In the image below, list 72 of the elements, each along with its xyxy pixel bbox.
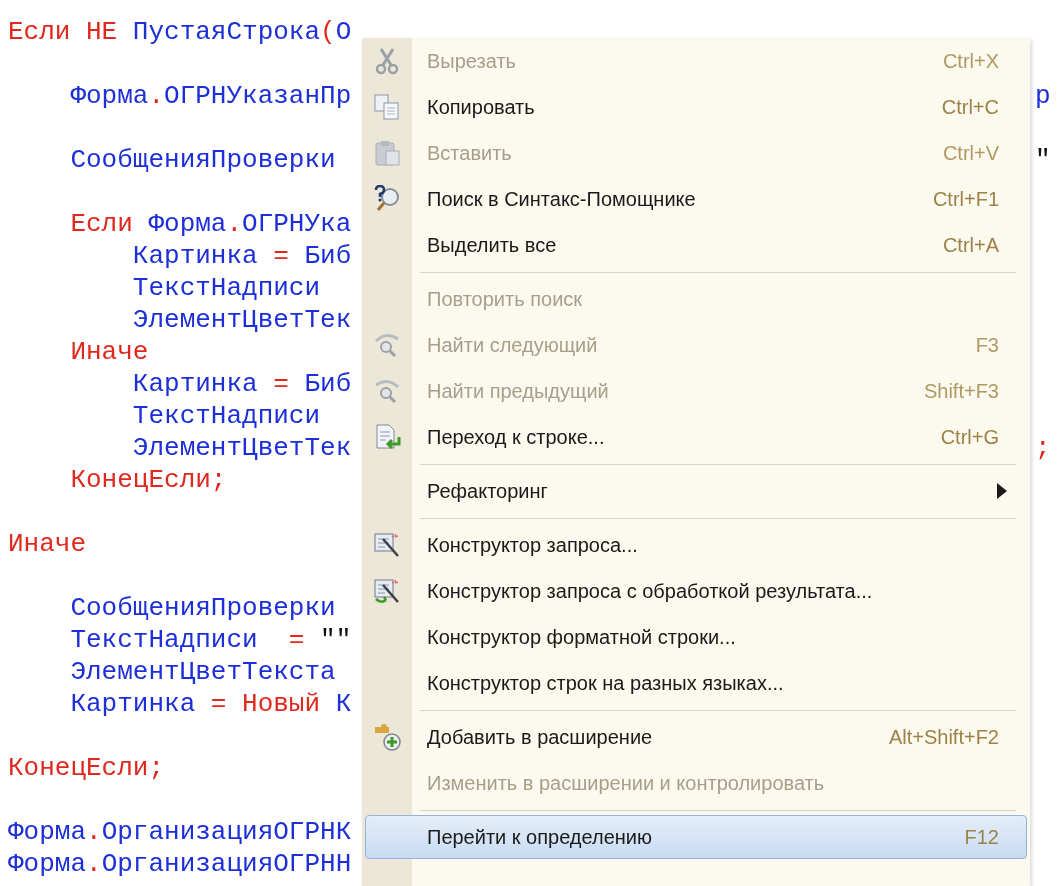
find-previous-icon	[373, 377, 401, 405]
clipboard-icon	[373, 139, 401, 167]
scissors-icon	[373, 47, 401, 75]
code-line: Картинка = Биб	[131, 241, 352, 271]
menu-item[interactable]: Поиск в Синтакс-Помощнике Ctrl+F1	[365, 177, 1027, 221]
puzzle-plus-icon	[373, 723, 401, 751]
code-line: Картинка = Новый К	[69, 689, 352, 719]
code-line: Если НЕ ПустаяСтрока(О	[8, 17, 352, 47]
shortcut-label: Alt+Shift+F2	[888, 725, 999, 750]
menu-item[interactable]: Конструктор форматной строки...	[365, 615, 1027, 659]
menu-item-label: Изменить в расширении и контролировать	[427, 771, 825, 796]
find-next-icon	[373, 331, 401, 359]
shortcut-label: Ctrl+C	[941, 95, 999, 120]
shortcut-label: F12	[964, 825, 999, 850]
code-line: ТекстНадписи	[131, 401, 321, 431]
menu-item-label: Перейти к определению	[427, 825, 652, 850]
menu-item[interactable]: Добавить в расширение Alt+Shift+F2	[365, 715, 1027, 759]
code-line: КонецЕсли;	[69, 465, 227, 495]
query-wand-arrows-icon	[373, 577, 401, 605]
code-line: Иначе	[8, 529, 86, 559]
copy-icon	[373, 93, 401, 121]
menu-item-label: Конструктор запроса с обработкой результата...	[427, 579, 873, 604]
shortcut-label: Ctrl+G	[940, 425, 999, 450]
code-line: Если Форма.ОГРНУка	[69, 209, 352, 239]
code-fragment: "	[1035, 145, 1051, 175]
menu-item-label: Рефакторинг	[427, 479, 548, 504]
code-line: СообщенияПроверки	[69, 593, 336, 623]
shortcut-label: Ctrl+V	[942, 141, 999, 166]
shortcut-label: F3	[975, 333, 999, 358]
menu-item-label: Конструктор строк на разных языках...	[427, 671, 784, 696]
code-line: ТекстНадписи	[131, 273, 321, 303]
menu-item-label: Выделить все	[427, 233, 557, 258]
menu-item[interactable]: Конструктор запроса с обработкой результата...	[365, 569, 1027, 613]
shortcut-label: Ctrl+A	[942, 233, 999, 258]
code-line: Иначе	[69, 337, 149, 367]
code-fragment: р	[1035, 81, 1051, 111]
shortcut-label: Ctrl+F1	[932, 187, 999, 212]
menu-item-label: Переход к строке...	[427, 425, 605, 450]
code-line: ТекстНадписи = ""	[69, 625, 352, 655]
code-line: ЭлементЦветТек	[131, 433, 352, 463]
code-line: Картинка = Биб	[131, 369, 352, 399]
menu-item-label: Добавить в расширение	[427, 725, 653, 750]
submenu-arrow-icon	[997, 483, 1007, 499]
menu-item[interactable]: Конструктор строк на разных языках...	[365, 661, 1027, 705]
menu-item-label: Копировать	[427, 95, 535, 120]
code-line: СообщенияПроверки	[69, 145, 336, 175]
menu-item-label: Найти предыдущий	[427, 379, 609, 404]
menu-item-label: Конструктор запроса...	[427, 533, 638, 558]
menu-item[interactable]: Перейти к определению F12	[365, 815, 1027, 859]
menu-item[interactable]: Конструктор запроса...	[365, 523, 1027, 567]
code-line: ЭлементЦветТек	[131, 305, 352, 335]
menu-item-label: Конструктор форматной строки...	[427, 625, 736, 650]
menu-item-label: Повторить поиск	[427, 287, 583, 312]
code-line: Форма.ОрганизацияОГРНН	[8, 849, 352, 879]
code-fragment: ;	[1035, 433, 1051, 463]
code-line: Форма.ОГРНУказанПр	[69, 81, 352, 111]
document-arrow-icon	[373, 423, 401, 451]
code-line: КонецЕсли;	[8, 753, 165, 783]
menu-item-label: Найти следующий	[427, 333, 598, 358]
menu-item-label: Поиск в Синтакс-Помощнике	[427, 187, 696, 212]
query-wand-icon	[373, 531, 401, 559]
menu-item[interactable]: Переход к строке... Ctrl+G	[365, 415, 1027, 459]
shortcut-label: Ctrl+X	[942, 49, 999, 74]
menu-item[interactable]: Копировать Ctrl+C	[365, 85, 1027, 129]
shortcut-label: Shift+F3	[923, 379, 999, 404]
menu-item-label: Вырезать	[427, 49, 516, 74]
menu-item-label: Вставить	[427, 141, 512, 166]
menu-item[interactable]: Рефакторинг	[365, 469, 1027, 513]
menu-item[interactable]: Выделить все Ctrl+A	[365, 223, 1027, 267]
help-search-icon	[373, 185, 401, 213]
code-line: ЭлементЦветТекста	[69, 657, 336, 687]
code-line: Форма.ОрганизацияОГРНК	[8, 817, 352, 847]
